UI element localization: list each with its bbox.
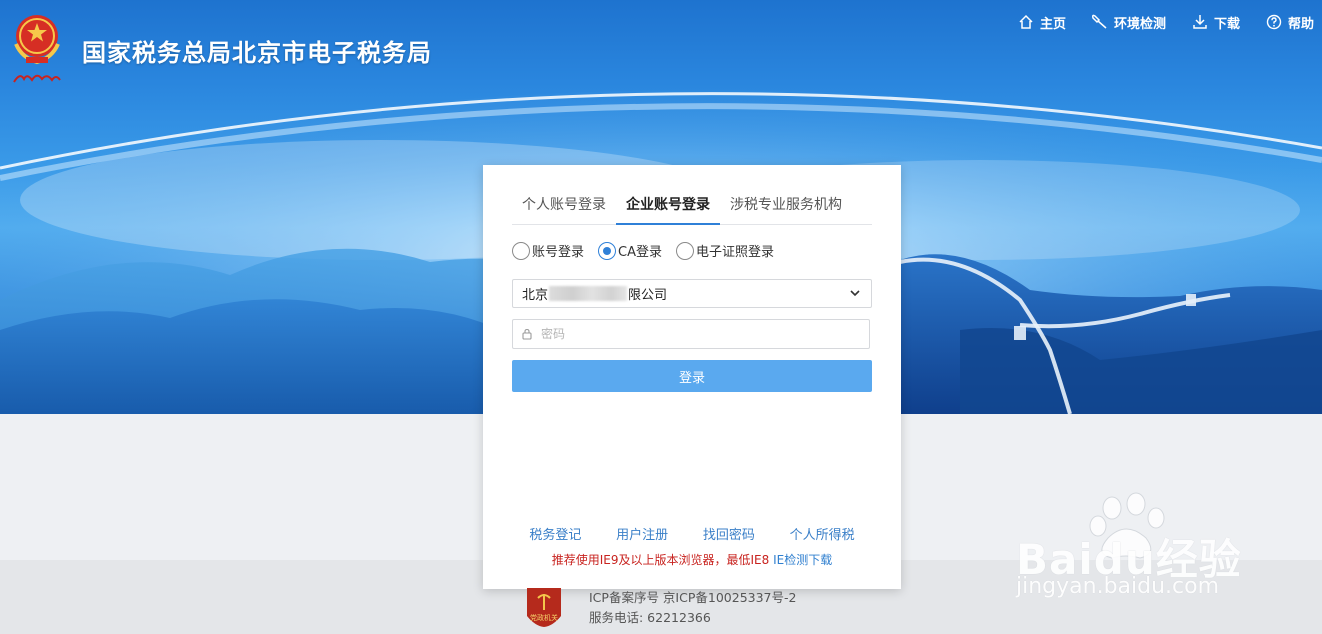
company-select[interactable]: 北京 限公司 <box>512 279 872 308</box>
radio-circle <box>676 241 694 260</box>
nav-download-label: 下载 <box>1213 16 1240 32</box>
link-user-register[interactable]: 用户注册 <box>616 524 668 543</box>
national-emblem-icon <box>14 15 60 65</box>
wrench-icon <box>1091 14 1107 29</box>
radio-e-license-login[interactable]: 电子证照登录 <box>676 241 774 260</box>
chevron-down-icon <box>850 290 860 297</box>
login-button[interactable]: 登录 <box>512 360 872 392</box>
download-icon <box>1193 15 1207 29</box>
link-personal-income-tax[interactable]: 个人所得税 <box>790 524 855 543</box>
quick-links: 税务登记 用户注册 找回密码 个人所得税 <box>512 524 872 543</box>
password-field[interactable] <box>512 319 870 349</box>
radio-e-license-login-label: 电子证照登录 <box>696 245 775 260</box>
nav-environment-check[interactable]: 环境检测 <box>1091 12 1166 32</box>
radio-circle <box>512 241 530 260</box>
login-card: 个人账号登录 企业账号登录 涉税专业服务机构 账号登录 CA登录 电子证照登录 … <box>483 165 901 589</box>
watermark-url: jingyan.baidu.com <box>1016 574 1220 599</box>
nav-home-label: 主页 <box>1039 16 1066 32</box>
tab-personal-login[interactable]: 个人账号登录 <box>512 191 616 225</box>
nav-environment-check-label: 环境检测 <box>1113 16 1166 32</box>
radio-account-login-label: 账号登录 <box>532 245 585 260</box>
radio-ca-login[interactable]: CA登录 <box>598 241 662 260</box>
ie-check-download-link[interactable]: IE检测下载 <box>773 553 832 567</box>
password-input[interactable] <box>541 327 841 341</box>
site-title: 国家税务总局北京市电子税务局 <box>82 39 432 67</box>
radio-account-login[interactable]: 账号登录 <box>512 241 584 260</box>
company-name-prefix: 北京 <box>522 288 549 303</box>
browser-notice-text: 推荐使用IE9及以上版本浏览器，最低IE8 <box>551 553 770 567</box>
top-navigation: 主页 环境检测 下载 帮助 <box>1018 12 1322 32</box>
icp-record: ICP备案序号 京ICP备10025337号-2 <box>589 590 797 605</box>
emblem-signature-logo <box>12 70 62 86</box>
tab-enterprise-login[interactable]: 企业账号登录 <box>616 191 720 225</box>
radio-ca-login-label: CA登录 <box>618 245 662 260</box>
company-name-suffix: 限公司 <box>628 288 668 303</box>
nav-download[interactable]: 下载 <box>1192 12 1240 32</box>
radio-circle-checked <box>598 241 617 260</box>
government-agency-badge-icon: 党政机关 <box>527 588 561 627</box>
badge-text: 党政机关 <box>530 613 558 622</box>
help-icon <box>1266 14 1282 30</box>
redacted-company-name <box>549 286 628 301</box>
footer-info: ICP备案序号 京ICP备10025337号-2 服务电话: 62212366 <box>589 588 796 628</box>
nav-help-label: 帮助 <box>1287 16 1314 32</box>
nav-home[interactable]: 主页 <box>1018 12 1066 32</box>
tab-tax-agency[interactable]: 涉税专业服务机构 <box>720 191 852 225</box>
login-tabs: 个人账号登录 企业账号登录 涉税专业服务机构 <box>512 191 872 225</box>
browser-notice: 推荐使用IE9及以上版本浏览器，最低IE8 IE检测下载 <box>483 551 901 568</box>
link-tax-registration[interactable]: 税务登记 <box>529 524 581 543</box>
service-phone: 服务电话: 62212366 <box>589 610 711 625</box>
home-icon <box>1019 14 1033 29</box>
link-recover-password[interactable]: 找回密码 <box>703 524 755 543</box>
nav-help[interactable]: 帮助 <box>1266 12 1314 32</box>
lock-icon <box>522 328 532 340</box>
login-method-group: 账号登录 CA登录 电子证照登录 <box>512 241 788 260</box>
